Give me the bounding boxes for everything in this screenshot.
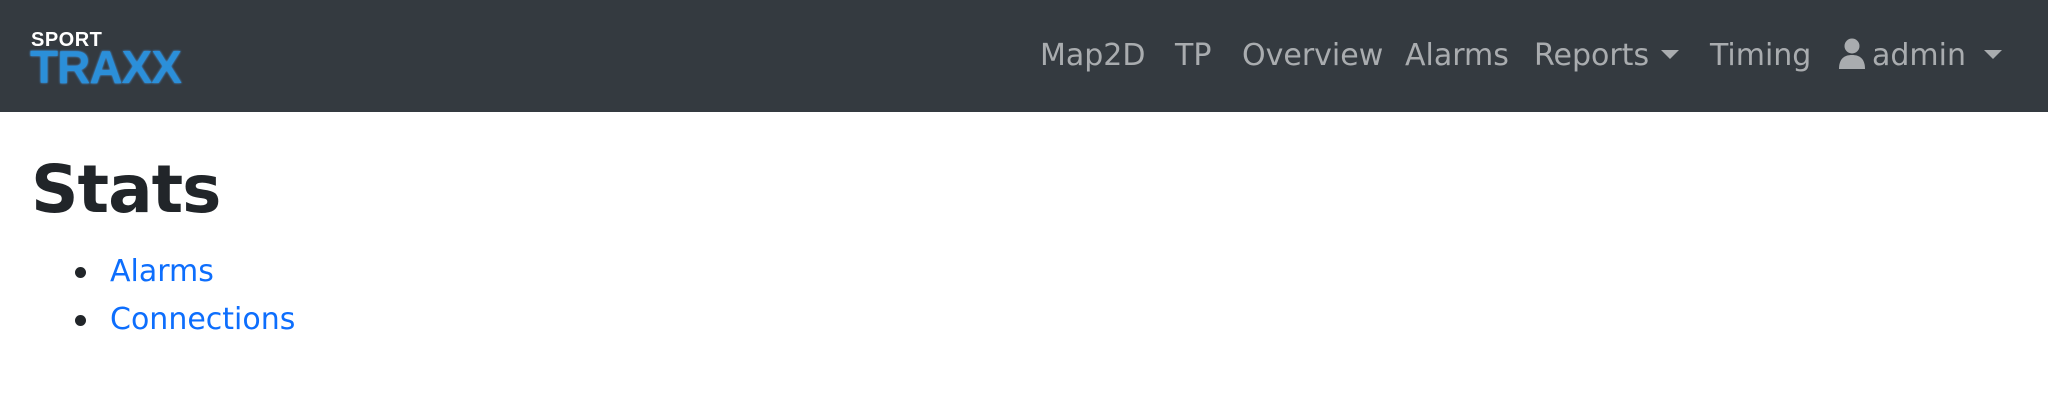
page-title: Stats (31, 151, 221, 228)
nav-item-reports-dropdown[interactable]: Reports (1534, 36, 1680, 76)
bullet-icon (75, 315, 86, 326)
brand-logo-traxx-text: TRAXX (30, 41, 182, 93)
nav-item-tp[interactable]: TP (1175, 36, 1211, 76)
nav-item-overview[interactable]: Overview (1242, 36, 1383, 76)
nav-item-timing[interactable]: Timing (1710, 36, 1811, 76)
nav-item-reports-label: Reports (1534, 38, 1650, 73)
top-navbar: SPORT TRAXX Map2D TP Overview Alarms Rep… (0, 0, 2048, 112)
user-icon (1839, 38, 1865, 69)
list-item: Alarms (0, 248, 295, 296)
stats-link-list: Alarms Connections (0, 248, 295, 344)
caret-down-icon (1984, 50, 2002, 59)
brand-logo[interactable]: SPORT TRAXX (30, 30, 211, 90)
alarms-link[interactable]: Alarms (110, 254, 214, 289)
nav-item-map2d[interactable]: Map2D (1040, 36, 1146, 76)
caret-down-icon (1661, 50, 1680, 59)
list-item: Connections (0, 296, 295, 344)
nav-item-alarms[interactable]: Alarms (1405, 36, 1509, 76)
user-menu-dropdown[interactable]: admin (1838, 36, 2002, 76)
bullet-icon (75, 267, 86, 278)
connections-link[interactable]: Connections (110, 302, 295, 337)
user-menu-label: admin (1872, 38, 1966, 73)
